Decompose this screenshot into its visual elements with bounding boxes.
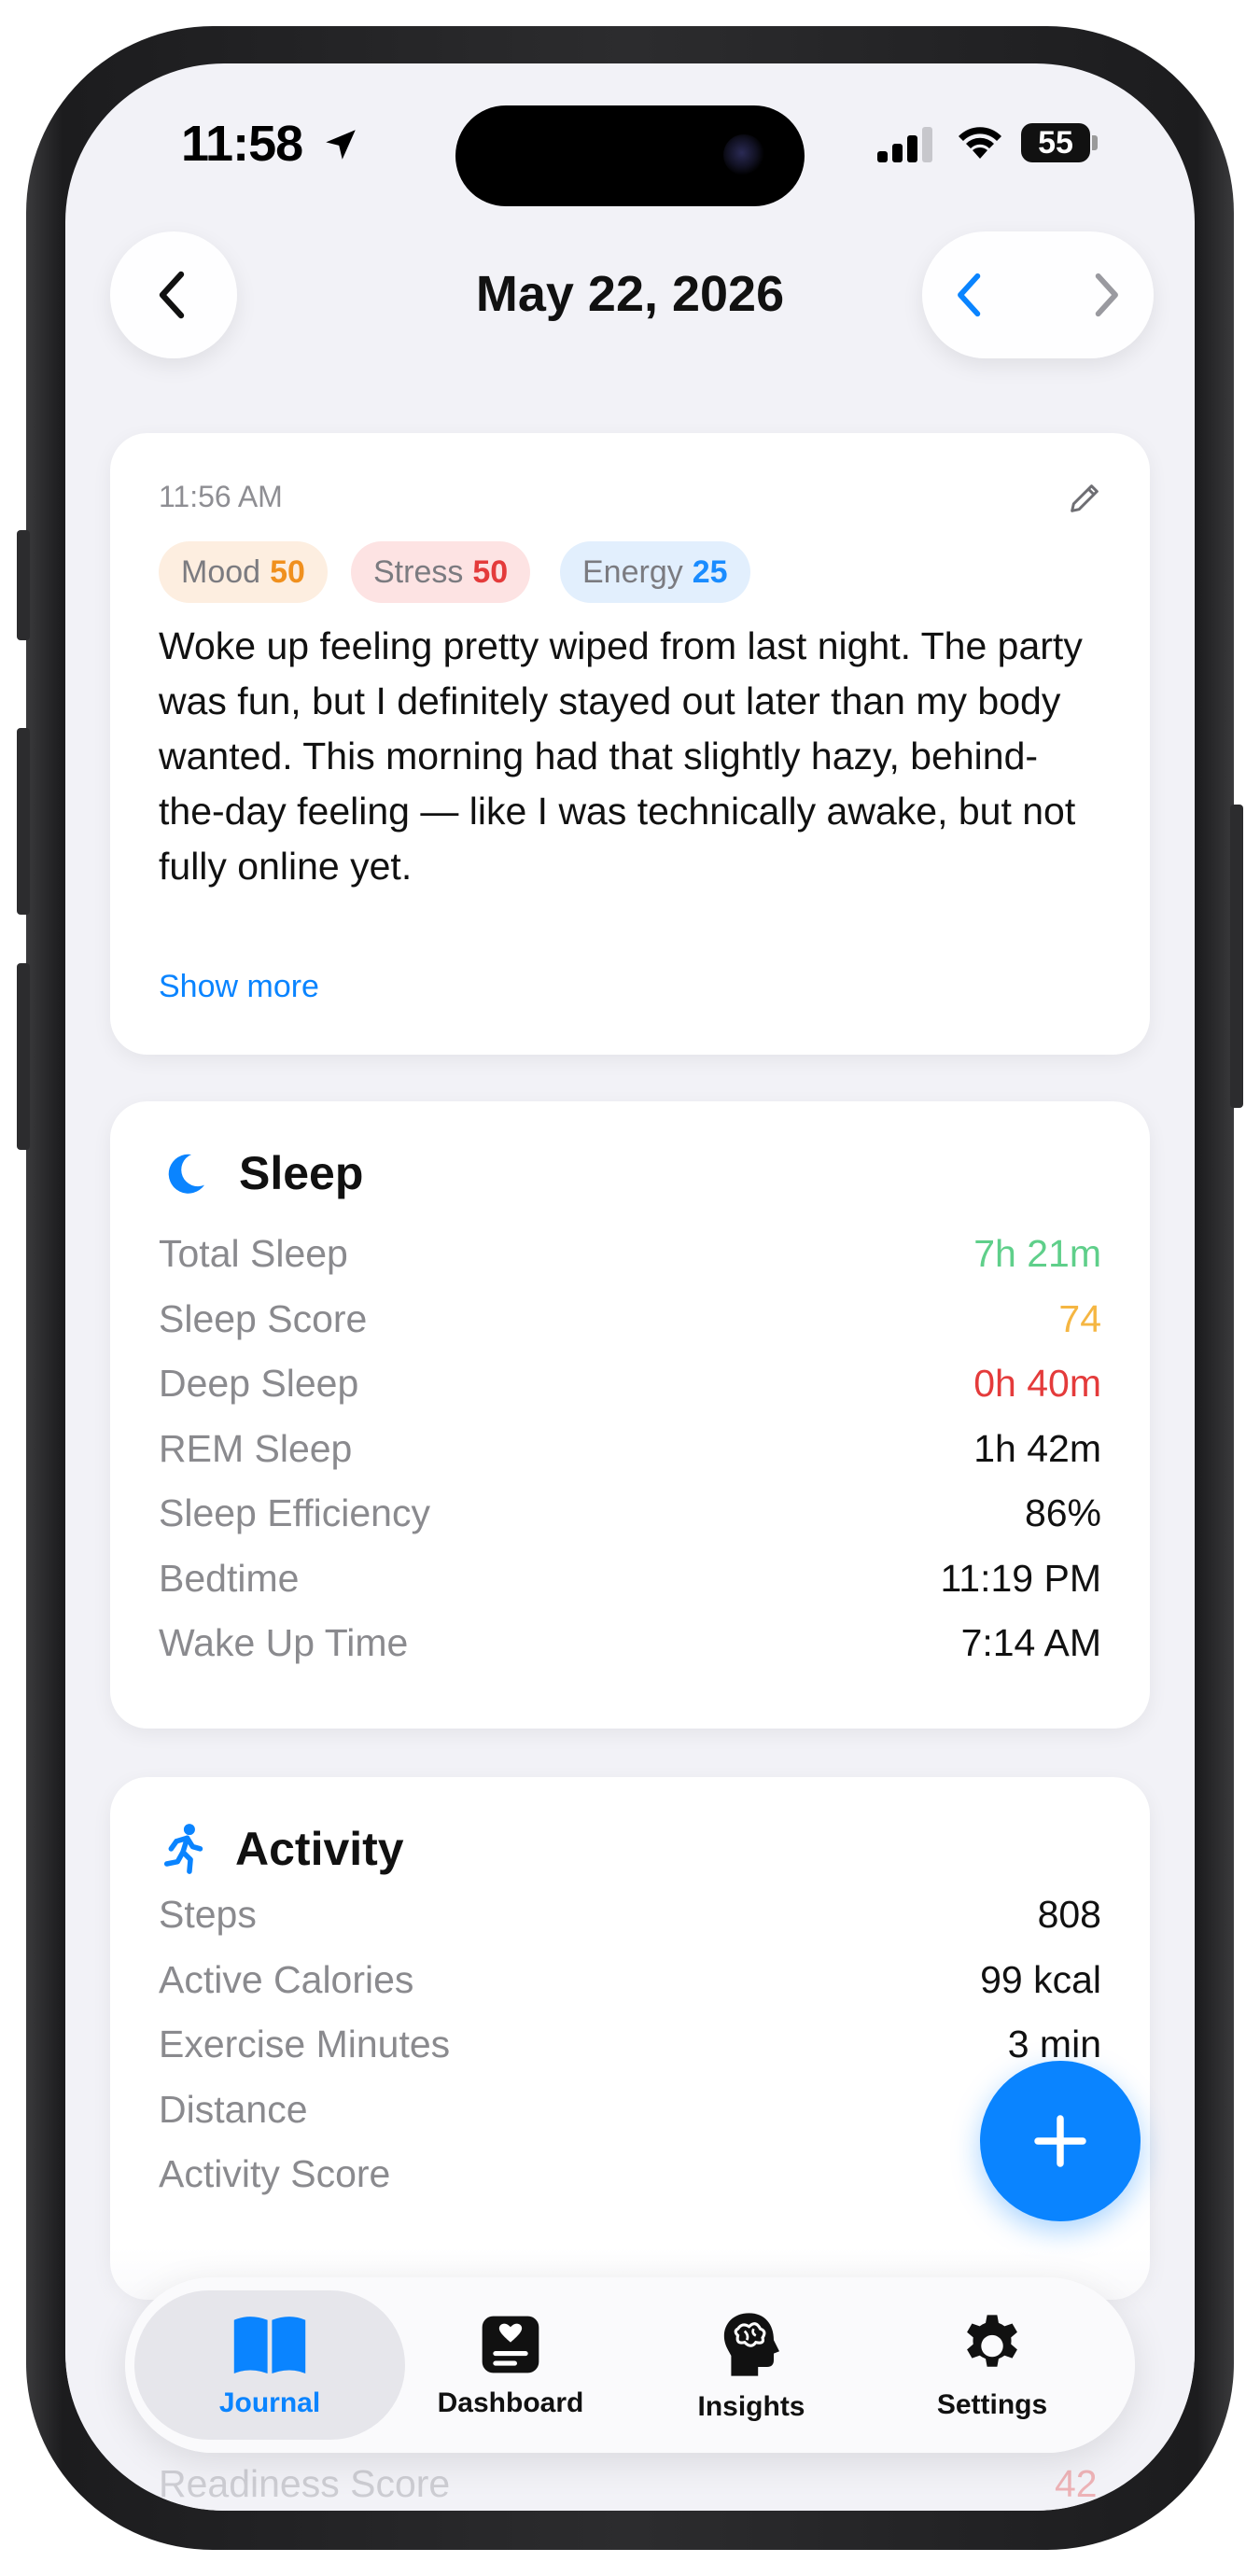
readiness-score-value: 42 (1055, 2462, 1098, 2505)
metric-pill-value: 25 (692, 554, 728, 590)
volume-up-button (17, 728, 30, 915)
metric-pill-value: 50 (472, 554, 509, 590)
screen: 11:58 55 May 22, 2026 11:56 AM Mood 50 Str… (65, 63, 1195, 2511)
cellular-signal-icon (877, 127, 932, 162)
previous-day-button[interactable] (950, 269, 991, 321)
battery-level: 55 (1021, 123, 1090, 162)
battery-tip (1092, 135, 1098, 150)
activity-row-value: 3 min (1007, 2023, 1101, 2065)
activity-row-label: Active Calories (159, 1957, 414, 2001)
sleep-row-value: 11:19 PM (940, 1556, 1101, 1600)
show-more-link[interactable]: Show more (159, 969, 319, 1005)
sleep-row-label: Deep Sleep (159, 1362, 359, 1405)
tab-dashboard[interactable]: Dashboard (399, 2290, 623, 2440)
add-entry-button[interactable] (980, 2061, 1141, 2221)
entry-text: Woke up feeling pretty wiped from last n… (159, 624, 1083, 888)
tab-settings-label: Settings (936, 2389, 1048, 2420)
status-time: 11:58 (181, 115, 360, 173)
metric-pill-label: Stress (373, 554, 464, 590)
next-day-button[interactable] (1085, 269, 1126, 321)
readiness-score-label: Readiness Score (159, 2462, 451, 2505)
chevron-right-icon (1095, 273, 1118, 317)
sleep-row-value: 86% (1024, 1491, 1101, 1534)
activity-row-label: Activity Score (159, 2152, 391, 2195)
sleep-row-value: 0h 40m (973, 1362, 1101, 1405)
heart-card-icon (482, 2316, 539, 2373)
activity-row-label: Exercise Minutes (159, 2023, 451, 2065)
brain-head-icon (723, 2313, 779, 2376)
book-icon (233, 2317, 306, 2374)
metric-pill-value: 50 (270, 554, 305, 590)
tab-insights[interactable]: Insights (639, 2290, 863, 2440)
camera-icon (723, 134, 764, 175)
tab-journal[interactable]: Journal (158, 2290, 382, 2440)
sleep-title: Sleep (239, 1147, 364, 1199)
metric-pill-mood: Mood 50 (159, 541, 328, 603)
sleep-row-label: REM Sleep (159, 1426, 353, 1470)
edit-pencil-icon[interactable] (1066, 480, 1103, 517)
power-button (1230, 805, 1243, 1108)
sleep-row-label: Bedtime (159, 1556, 300, 1600)
metric-pill-label: Energy (582, 554, 683, 590)
action-button (17, 530, 30, 640)
activity-row-value: 808 (1037, 1893, 1101, 1936)
day-nav-group (922, 231, 1154, 358)
tab-dashboard-label: Dashboard (437, 2387, 584, 2418)
moon-icon (168, 1154, 204, 1194)
metric-pill-label: Mood (181, 554, 261, 590)
sleep-row-value: 1h 42m (973, 1426, 1101, 1470)
entry-time: 11:56 AM (159, 480, 283, 513)
tab-insights-label: Insights (697, 2391, 805, 2422)
plus-icon (1034, 2115, 1086, 2167)
wifi-icon (959, 127, 1001, 159)
activity-row-value: 99 kcal (980, 1957, 1101, 2001)
gear-icon (967, 2315, 1017, 2367)
running-figure-icon (163, 1824, 203, 1874)
metric-pill-energy: Energy 25 (560, 541, 750, 603)
chevron-left-icon (958, 273, 981, 317)
location-arrow-icon (326, 130, 356, 160)
metric-pill-stress: Stress 50 (351, 541, 531, 603)
sleep-row-label: Total Sleep (159, 1232, 348, 1275)
sleep-row-value: 7h 21m (973, 1232, 1101, 1275)
sleep-row-value: 7:14 AM (960, 1621, 1101, 1664)
activity-row-label: Steps (159, 1893, 257, 1936)
sleep-row-label: Sleep Efficiency (159, 1491, 430, 1534)
tab-journal-label: Journal (218, 2387, 321, 2418)
tab-settings[interactable]: Settings (880, 2290, 1104, 2440)
sleep-row-label: Wake Up Time (159, 1621, 409, 1664)
volume-down-button (17, 963, 30, 1150)
activity-title: Activity (235, 1823, 404, 1875)
sleep-row-value: 74 (1058, 1296, 1101, 1340)
sleep-row-label: Sleep Score (159, 1296, 368, 1340)
activity-row-label: Distance (159, 2087, 308, 2131)
